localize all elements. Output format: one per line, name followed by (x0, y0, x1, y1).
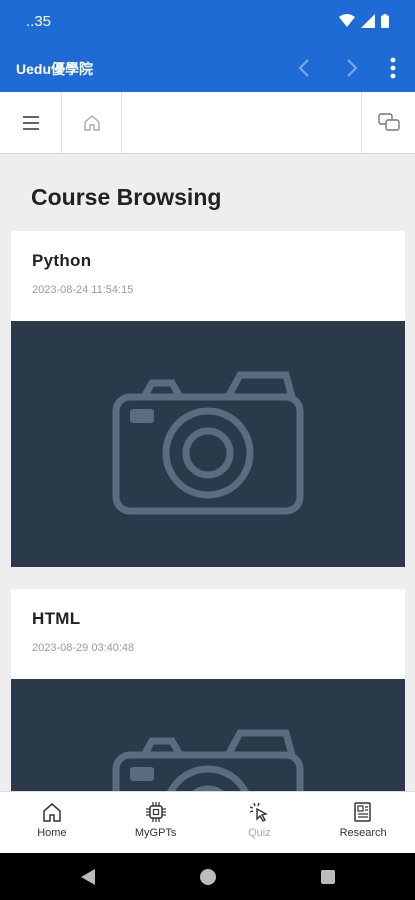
status-icons (339, 14, 389, 28)
course-date: 2023-08-24 11:54:15 (32, 284, 134, 296)
chip-icon (145, 802, 166, 822)
course-card[interactable]: Python 2023-08-24 11:54:15 (11, 231, 405, 567)
document-icon (354, 802, 371, 822)
home-button[interactable] (62, 92, 121, 153)
chevron-right-icon (347, 59, 358, 77)
status-bar: ..35 (0, 0, 415, 44)
course-card[interactable]: HTML 2023-08-29 03:40:48 (11, 589, 405, 791)
more-options-button[interactable] (379, 54, 407, 82)
click-icon (250, 802, 269, 822)
bottom-nav: Home MyGPTs Quiz Research (0, 791, 415, 853)
status-time: ..35 (26, 13, 52, 30)
system-back-icon[interactable] (80, 868, 96, 886)
system-home-icon[interactable] (199, 868, 217, 886)
nav-home-label: Home (37, 827, 67, 839)
nav-quiz[interactable]: Quiz (208, 792, 312, 853)
home-icon (43, 803, 61, 822)
wifi-icon (339, 14, 355, 27)
home-icon (83, 114, 100, 131)
course-image[interactable] (11, 321, 405, 567)
signal-icon (361, 14, 375, 28)
nav-research[interactable]: Research (311, 792, 415, 853)
more-vert-icon (390, 57, 396, 79)
nav-home[interactable]: Home (0, 792, 104, 853)
chat-button[interactable] (362, 92, 415, 153)
app-title: Uedu優學院 (16, 61, 93, 77)
system-nav-bar (0, 853, 415, 900)
battery-icon (381, 14, 389, 28)
toolbar (0, 92, 415, 226)
menu-button[interactable] (0, 92, 61, 153)
back-button[interactable] (290, 54, 318, 82)
system-recents-icon[interactable] (320, 869, 336, 885)
course-date: 2023-08-29 03:40:48 (32, 642, 135, 654)
forward-button[interactable] (338, 54, 366, 82)
camera-icon (112, 371, 304, 515)
app-bar: Uedu優學院 (0, 44, 415, 92)
chat-icon (377, 112, 400, 131)
nav-research-label: Research (339, 827, 387, 839)
course-title: HTML (32, 609, 81, 628)
course-title: Python (32, 251, 92, 270)
chevron-left-icon (298, 59, 309, 77)
page-title: Course Browsing (31, 184, 222, 210)
nav-mygpts-label: MyGPTs (134, 827, 177, 839)
menu-icon (22, 115, 39, 130)
toolbar-divider (121, 92, 122, 153)
nav-quiz-label: Quiz (248, 827, 271, 839)
course-image[interactable] (11, 679, 405, 791)
nav-mygpts[interactable]: MyGPTs (104, 792, 208, 853)
camera-icon (112, 729, 304, 791)
content-area: Course Browsing Python 2023-08-24 11:54:… (0, 154, 415, 791)
